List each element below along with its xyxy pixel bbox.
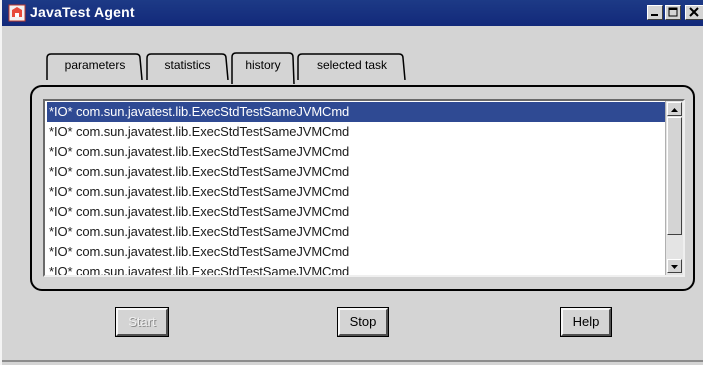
- scroll-down-button[interactable]: [667, 259, 682, 273]
- minimize-button[interactable]: [647, 5, 663, 20]
- tab-history[interactable]: history: [231, 50, 295, 84]
- scrollbar-thumb[interactable]: [667, 117, 682, 235]
- list-item[interactable]: *IO* com.sun.javatest.lib.ExecStdTestSam…: [47, 262, 667, 275]
- list-item[interactable]: *IO* com.sun.javatest.lib.ExecStdTestSam…: [47, 202, 667, 222]
- window-bottom-border: [2, 360, 703, 362]
- scroll-up-button[interactable]: [667, 102, 682, 116]
- stop-button[interactable]: Stop: [337, 307, 389, 337]
- tab-statistics[interactable]: statistics: [146, 52, 229, 80]
- close-button[interactable]: [685, 5, 703, 20]
- list-item[interactable]: *IO* com.sun.javatest.lib.ExecStdTestSam…: [47, 122, 667, 142]
- tab-parameters[interactable]: parameters: [46, 52, 144, 80]
- javatest-app-icon: [8, 4, 26, 22]
- list-item[interactable]: *IO* com.sun.javatest.lib.ExecStdTestSam…: [47, 102, 667, 122]
- javatest-agent-window: JavaTest Agent parameters statistics his…: [0, 0, 703, 365]
- scroll-up-icon: [671, 108, 678, 112]
- history-scrollbar[interactable]: [665, 101, 683, 275]
- list-item[interactable]: *IO* com.sun.javatest.lib.ExecStdTestSam…: [47, 142, 667, 162]
- maximize-icon: [668, 7, 678, 17]
- maximize-button[interactable]: [665, 5, 681, 20]
- start-button[interactable]: Start: [115, 307, 169, 337]
- history-list[interactable]: *IO* com.sun.javatest.lib.ExecStdTestSam…: [43, 99, 685, 277]
- list-item[interactable]: *IO* com.sun.javatest.lib.ExecStdTestSam…: [47, 222, 667, 242]
- close-icon: [689, 7, 699, 17]
- tab-label: statistics: [164, 58, 211, 72]
- window-title: JavaTest Agent: [30, 4, 135, 20]
- tab-selected-task[interactable]: selected task: [297, 52, 407, 80]
- tab-label: selected task: [316, 58, 388, 72]
- list-item[interactable]: *IO* com.sun.javatest.lib.ExecStdTestSam…: [47, 242, 667, 262]
- list-item[interactable]: *IO* com.sun.javatest.lib.ExecStdTestSam…: [47, 182, 667, 202]
- title-bar[interactable]: JavaTest Agent: [2, 0, 703, 26]
- scroll-down-icon: [671, 265, 678, 269]
- list-item[interactable]: *IO* com.sun.javatest.lib.ExecStdTestSam…: [47, 162, 667, 182]
- tab-label: history: [245, 58, 281, 72]
- minimize-icon: [651, 14, 658, 16]
- help-button[interactable]: Help: [560, 307, 612, 337]
- tab-label: parameters: [64, 58, 126, 72]
